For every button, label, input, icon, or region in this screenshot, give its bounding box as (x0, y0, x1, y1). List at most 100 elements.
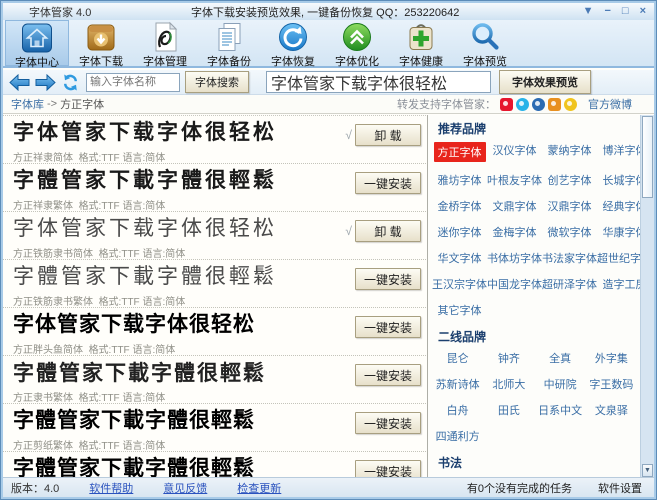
sidebar-item[interactable]: 叶根友字体 (487, 172, 542, 188)
breadcrumb-font-library[interactable]: 字体库 (11, 96, 44, 112)
scrollbar-down-icon[interactable]: ▼ (642, 464, 653, 477)
weibo-icon[interactable] (500, 98, 513, 111)
font-row: 字體管家下載字體很輕鬆方正隶书繁体 格式:TTF 语言:简体一键安装 (3, 356, 426, 404)
sidebar-item[interactable]: 超世纪字体 (597, 250, 642, 266)
font-effect-preview-button[interactable]: 字体效果预览 (499, 70, 591, 94)
sidebar-item[interactable]: 北师大 (492, 376, 525, 392)
one-click-install-button[interactable]: 一键安装 (355, 268, 421, 290)
sidebar-item[interactable]: 金梅字体 (493, 224, 537, 240)
one-click-install-button[interactable]: 一键安装 (355, 412, 421, 434)
toolbar-item-label: 字体预览 (463, 53, 507, 69)
sidebar-item[interactable]: 蒙纳字体 (548, 142, 592, 162)
font-format-language: 格式:TTF 语言:简体 (99, 249, 186, 260)
sidebar-item[interactable]: 汉鼎字体 (548, 198, 592, 214)
coin-icon[interactable] (564, 98, 577, 111)
sidebar-item[interactable]: 文鼎字体 (493, 198, 537, 214)
vertical-scrollbar[interactable]: ▼ (640, 115, 654, 479)
breadcrumb-current: 方正字体 (60, 96, 104, 112)
status-bar: 版本：4.0 软件帮助意见反馈检查更新 有0个没有完成的任务 软件设置 (3, 477, 654, 497)
sidebar-item[interactable]: 文泉驿 (595, 402, 628, 418)
sidebar-section-title: 二线品牌 (438, 328, 641, 345)
uninstall-button[interactable]: 卸 载 (355, 220, 421, 242)
one-click-install-button[interactable]: 一键安装 (355, 172, 421, 194)
sidebar-item[interactable]: 华文字体 (438, 250, 482, 266)
sidebar-item[interactable]: 金桥字体 (438, 198, 482, 214)
sidebar-item[interactable]: 书体坊字体 (487, 250, 542, 266)
toolbar-item-7[interactable]: 字体健康 (389, 20, 453, 66)
row-action-area: 一键安装 (355, 364, 421, 386)
sidebar-item[interactable]: 四通利方 (436, 428, 480, 444)
row-action-area: 一键安装 (355, 316, 421, 338)
toolbar-item-3[interactable]: 字体管理 (133, 20, 197, 66)
sidebar-item[interactable]: 华康字体 (603, 224, 643, 240)
sidebar-item[interactable]: 雅坊字体 (438, 172, 482, 188)
qzone-icon[interactable] (548, 98, 561, 111)
font-info-text: 方正胖头鱼简体 格式:TTF 语言:简体 (13, 341, 418, 356)
status-link-2[interactable]: 意见反馈 (163, 480, 207, 496)
sidebar-item[interactable]: 造字工房 (603, 276, 643, 292)
preview-text-input[interactable] (266, 71, 491, 93)
toolbar-item-label: 字体备份 (207, 53, 251, 69)
sidebar-item[interactable]: 书法家字体 (542, 250, 597, 266)
font-manage-icon (149, 21, 181, 53)
close-icon[interactable]: × (640, 6, 646, 17)
sidebar-item[interactable]: 中国龙字体 (487, 276, 542, 292)
menu-dropdown-icon[interactable]: ▼ (583, 6, 594, 17)
sidebar-item[interactable]: 超研泽字体 (542, 276, 597, 292)
refresh-icon[interactable] (61, 73, 80, 92)
sidebar-item[interactable]: 迷你字体 (438, 224, 482, 240)
sidebar-item[interactable]: 全真 (549, 350, 571, 366)
toolbar-item-1[interactable]: 字体中心 (5, 20, 69, 66)
uninstall-button[interactable]: 卸 载 (355, 124, 421, 146)
font-search-button[interactable]: 字体搜索 (185, 71, 249, 93)
sidebar-item[interactable]: 汉仪字体 (493, 142, 537, 162)
sidebar-item[interactable]: 经典字体 (603, 198, 643, 214)
sidebar-item[interactable]: 外字集 (595, 350, 628, 366)
toolbar-item-8[interactable]: 字体预览 (453, 20, 517, 66)
status-link-1[interactable]: 软件帮助 (89, 480, 133, 496)
font-info-text: 方正祥隶繁体 格式:TTF 语言:简体 (13, 197, 418, 212)
font-name: 方正祥隶繁体 (13, 201, 73, 212)
scrollbar-thumb[interactable] (642, 116, 653, 198)
sidebar-item[interactable]: 字王数码 (589, 376, 633, 392)
toolbar-item-2[interactable]: 字体下载 (69, 20, 133, 66)
sidebar-item[interactable]: 苏新诗体 (436, 376, 480, 392)
font-name-search-input[interactable] (86, 73, 180, 92)
font-backup-icon (213, 21, 245, 53)
sidebar-item[interactable]: 钟齐 (498, 350, 520, 366)
toolbar-item-6[interactable]: 字体优化 (325, 20, 389, 66)
one-click-install-button[interactable]: 一键安装 (355, 364, 421, 386)
one-click-install-button[interactable]: 一键安装 (355, 316, 421, 338)
sidebar-item[interactable]: 田氏 (498, 402, 520, 418)
toolbar-item-5[interactable]: 字体恢复 (261, 20, 325, 66)
sidebar-item[interactable]: 昆仑 (447, 350, 469, 366)
official-weibo-link[interactable]: 官方微博 (588, 96, 632, 112)
forward-arrow-icon[interactable] (35, 74, 56, 91)
back-arrow-icon[interactable] (9, 74, 30, 91)
app-title: 字体管家 4.0 (29, 4, 91, 20)
titlebar: 字体管家 4.0 字体下载安装预览效果, 一键备份恢复 QQ：253220642… (3, 3, 654, 20)
breadcrumb-row: 字体库 -> 方正字体 转发支持字体管家： 官方微博 (3, 95, 654, 114)
maximize-icon[interactable]: □ (622, 6, 629, 17)
sidebar-item[interactable]: 创艺字体 (548, 172, 592, 188)
sidebar-item[interactable]: 中研院 (544, 376, 577, 392)
sidebar-item[interactable]: 其它字体 (438, 302, 482, 318)
qq-icon[interactable] (516, 98, 529, 111)
software-settings-link[interactable]: 软件设置 (598, 480, 642, 496)
sidebar-item[interactable]: 长城字体 (603, 172, 643, 188)
status-links: 软件帮助 意见反馈 检查更新 (59, 480, 281, 496)
sidebar-item[interactable]: 白舟 (447, 402, 469, 418)
font-format-language: 格式:TTF 语言:简体 (89, 345, 176, 356)
status-link-3[interactable]: 检查更新 (237, 480, 281, 496)
renren-icon[interactable] (532, 98, 545, 111)
toolbar-item-4[interactable]: 字体备份 (197, 20, 261, 66)
sidebar-item[interactable]: 博洋字体 (603, 142, 643, 162)
sidebar-item[interactable]: 日系中文 (538, 402, 582, 418)
sidebar-item[interactable]: 王汉宗字体 (432, 276, 487, 292)
font-format-language: 格式:TTF 语言:简体 (99, 297, 186, 308)
minimize-icon[interactable]: − (604, 6, 610, 17)
window-controls: ▼ − □ × (583, 3, 646, 20)
font-row: 字体管家下载字体很轻松方正胖头鱼简体 格式:TTF 语言:简体一键安装 (3, 308, 426, 356)
sidebar-item[interactable]: 方正字体 (434, 142, 486, 162)
sidebar-item[interactable]: 微软字体 (548, 224, 592, 240)
